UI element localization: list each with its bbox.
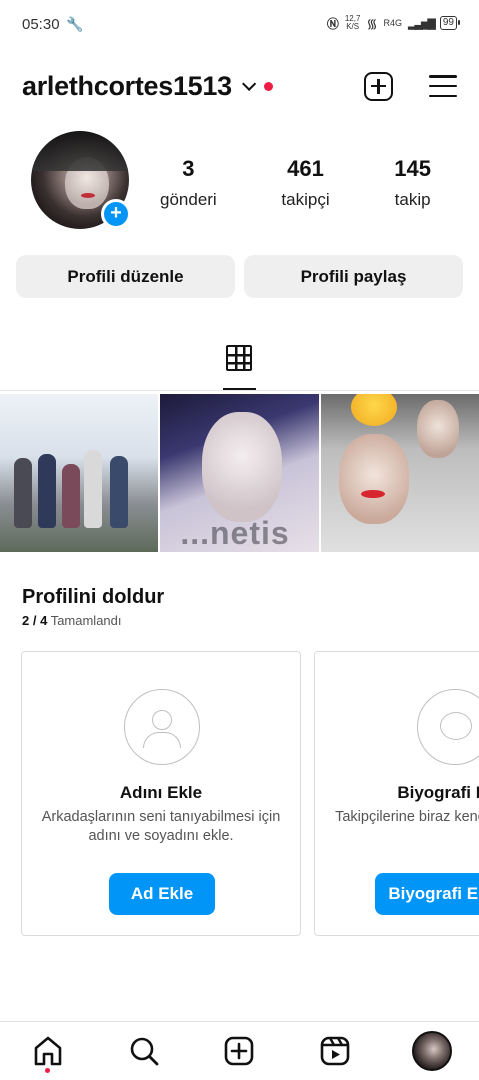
card-title: Adını Ekle bbox=[119, 783, 203, 802]
suggestion-cards: Adını Ekle Arkadaşlarının seni tanıyabil… bbox=[21, 651, 479, 937]
add-name-button[interactable]: Ad Ekle bbox=[109, 873, 215, 915]
profile-stats: 3 gönderi 461 takipçi 145 takip bbox=[160, 156, 457, 210]
share-profile-button[interactable]: Profili paylaş bbox=[244, 255, 463, 298]
menu-icon[interactable] bbox=[429, 75, 457, 97]
stat-posts[interactable]: 3 gönderi bbox=[160, 156, 217, 210]
add-bio-card: Biyografi Ekle Takipçilerine biraz kendi… bbox=[314, 651, 479, 936]
bottom-nav bbox=[0, 1021, 479, 1080]
edit-profile-button[interactable]: Profili düzenle bbox=[16, 255, 235, 298]
add-bio-button[interactable]: Biyografi Ekle bbox=[375, 873, 479, 915]
post-thumbnail[interactable] bbox=[320, 394, 479, 552]
battery-level: 99 bbox=[442, 17, 454, 28]
net-speed: 12,7 K/S bbox=[345, 15, 361, 31]
create-icon[interactable] bbox=[222, 1034, 256, 1068]
create-post-icon[interactable] bbox=[364, 71, 393, 101]
stat-posts-label: gönderi bbox=[160, 190, 217, 209]
profile-header: arlethcortes1513 bbox=[22, 66, 457, 106]
profile-tab-avatar[interactable] bbox=[412, 1031, 452, 1071]
wifi-icon: ᯾ bbox=[366, 16, 378, 31]
stat-following-count: 145 bbox=[394, 156, 431, 181]
progress-count: 2 / 4 bbox=[22, 613, 48, 628]
tab-divider bbox=[0, 390, 479, 391]
post-watermark: ...netis bbox=[180, 515, 290, 551]
complete-profile-progress: 2 / 4 Tamamlandı bbox=[22, 613, 122, 628]
card-description: Arkadaşlarının seni tanıyabilmesi için a… bbox=[41, 809, 281, 844]
status-icons: Ⓝ 12,7 K/S ᯾ R4G ▂▃▅▇ 99 bbox=[326, 14, 461, 32]
stat-followers-count: 461 bbox=[287, 156, 324, 181]
profile-actions: Profili düzenle Profili paylaş bbox=[16, 255, 463, 298]
stat-following[interactable]: 145 takip bbox=[394, 156, 431, 210]
signal-icon: ▂▃▅▇ bbox=[408, 17, 436, 30]
status-bar: 05:30 🔧 Ⓝ 12,7 K/S ᯾ R4G ▂▃▅▇ 99 bbox=[0, 0, 479, 50]
add-story-icon[interactable]: + bbox=[101, 199, 131, 229]
reels-icon[interactable] bbox=[318, 1034, 352, 1068]
search-icon[interactable] bbox=[127, 1034, 161, 1068]
wrench-icon: 🔧 bbox=[66, 16, 84, 32]
battery-icon: 99 bbox=[439, 16, 461, 30]
username[interactable]: arlethcortes1513 bbox=[22, 71, 232, 102]
notification-dot bbox=[263, 81, 273, 91]
stat-followers[interactable]: 461 takipçi bbox=[281, 156, 329, 210]
add-name-card: Adını Ekle Arkadaşlarının seni tanıyabil… bbox=[21, 651, 301, 936]
card-description: Takipçilerine biraz kendinden bahset. bbox=[335, 809, 479, 825]
profile-avatar[interactable]: + bbox=[31, 131, 131, 229]
home-icon[interactable] bbox=[31, 1034, 65, 1068]
network-type: R4G bbox=[383, 18, 403, 28]
stat-followers-label: takipçi bbox=[281, 190, 330, 209]
stat-following-label: takip bbox=[394, 190, 431, 209]
post-thumbnail[interactable] bbox=[0, 394, 159, 552]
emoji-sticker-icon bbox=[350, 394, 397, 426]
chevron-down-icon[interactable] bbox=[241, 76, 257, 91]
complete-profile-title: Profilini doldur bbox=[22, 586, 165, 608]
post-thumbnail[interactable]: ...netis bbox=[160, 394, 319, 552]
person-icon bbox=[124, 689, 200, 765]
home-notification-dot bbox=[45, 1068, 50, 1073]
progress-label: Tamamlandı bbox=[50, 613, 122, 628]
nfc-icon: Ⓝ bbox=[326, 16, 339, 31]
posts-grid: ...netis bbox=[0, 394, 479, 552]
card-title: Biyografi Ekle bbox=[397, 783, 479, 802]
speech-bubble-icon bbox=[417, 689, 479, 765]
net-speed-unit: K/S bbox=[346, 22, 360, 31]
stat-posts-count: 3 bbox=[182, 156, 195, 181]
status-time: 05:30 bbox=[22, 16, 60, 33]
grid-icon[interactable] bbox=[226, 345, 252, 371]
